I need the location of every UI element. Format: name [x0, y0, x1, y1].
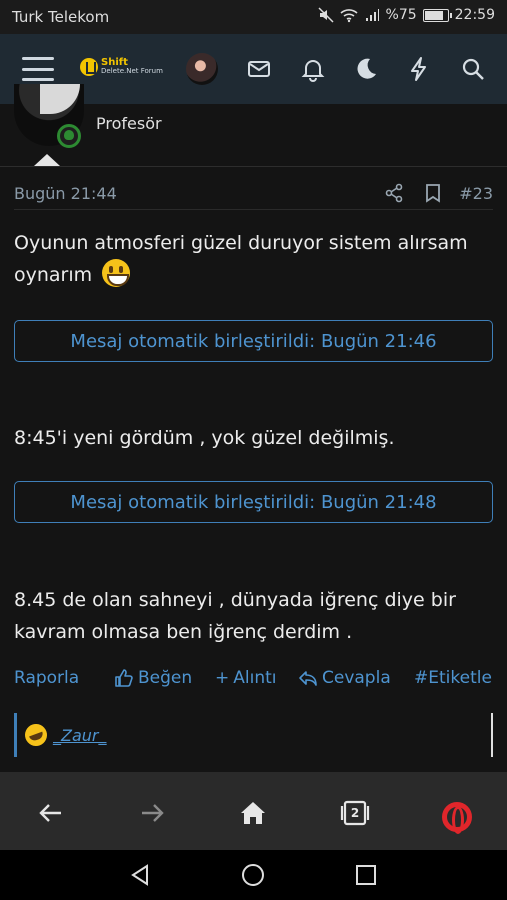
post-text: Oyunun atmosferi güzel duruyor sistem al…: [14, 232, 468, 286]
carrier-name: Turk Telekom: [12, 8, 110, 26]
post-time[interactable]: Bugün 21:44: [14, 184, 117, 203]
bell-icon[interactable]: [300, 56, 326, 82]
plus-icon: +: [215, 668, 230, 688]
post-paragraph: 8:45'i yeni gördüm , yok güzel değilmiş.: [14, 422, 493, 454]
menu-icon[interactable]: [22, 57, 54, 81]
tag-button[interactable]: #Etiketle: [414, 668, 492, 688]
pointer-arrow: [34, 154, 60, 166]
logo-text-secondary: Delete.Net Forum: [101, 67, 163, 75]
tabs-button[interactable]: 2: [340, 798, 370, 828]
site-logo[interactable]: Shift Delete.Net Forum: [80, 58, 163, 76]
post-text: 8.45 de olan sahneyi , dünyada iğrenç di…: [14, 589, 456, 643]
status-icons: %75 22:59: [317, 7, 495, 23]
reply-button[interactable]: Cevapla: [298, 668, 391, 688]
tag-label: #Etiketle: [414, 668, 492, 688]
post-paragraph: Oyunun atmosferi güzel duruyor sistem al…: [14, 227, 493, 291]
system-navigation: [0, 850, 507, 900]
online-status-icon: [57, 124, 81, 148]
reactions-bar[interactable]: _Zaur_: [14, 713, 493, 757]
home-icon[interactable]: [238, 798, 268, 828]
battery-percent: %75: [385, 7, 417, 23]
battery-icon: [422, 8, 452, 22]
back-arrow-icon[interactable]: [36, 798, 66, 828]
browser-toolbar: 2: [0, 772, 507, 850]
quote-button[interactable]: + Alıntı: [215, 668, 277, 688]
logo-text-primary: Shift: [101, 57, 128, 68]
like-label: Beğen: [138, 668, 193, 688]
merge-notice-text: Mesaj otomatik birleştirildi: Bugün 21:4…: [70, 491, 437, 513]
share-icon[interactable]: [384, 183, 404, 203]
post-paragraph: 8.45 de olan sahneyi , dünyada iğrenç di…: [14, 584, 493, 648]
report-button[interactable]: Raporla: [14, 668, 79, 688]
laughing-emoji-icon: [21, 720, 51, 750]
search-icon[interactable]: [460, 56, 486, 82]
wifi-icon: [339, 9, 358, 23]
grinning-emoji-icon: [102, 259, 131, 287]
moon-icon[interactable]: [353, 56, 379, 82]
report-label: Raporla: [14, 668, 80, 688]
merge-notice-text: Mesaj otomatik birleştirildi: Bugün 21:4…: [70, 330, 437, 352]
divider: [0, 166, 507, 167]
author-role: Profesör: [96, 114, 162, 133]
logo-mark-icon: [80, 58, 98, 76]
post-meta: Bugün 21:44 #23: [14, 180, 493, 210]
signal-icon: [365, 9, 379, 21]
reply-label: Cevapla: [322, 668, 391, 688]
opera-menu-icon[interactable]: [442, 802, 472, 834]
status-bar: Turk Telekom %75 22:59: [0, 0, 507, 34]
merge-notice: Mesaj otomatik birleştirildi: Bugün 21:4…: [14, 320, 493, 362]
nav-home-icon[interactable]: [241, 863, 265, 887]
nav-recents-icon[interactable]: [354, 863, 378, 887]
thumbs-up-icon: [115, 669, 133, 687]
bolt-icon[interactable]: [406, 56, 432, 82]
user-avatar[interactable]: [186, 53, 218, 85]
post-author: Profesör: [0, 84, 507, 166]
post-number[interactable]: #23: [459, 184, 493, 203]
quote-label: Alıntı: [233, 668, 277, 688]
bookmark-icon[interactable]: [424, 183, 442, 203]
post-actions: Raporla Beğen + Alıntı Cevapla #Etiketle: [14, 666, 493, 696]
mute-icon: [317, 7, 334, 23]
merge-notice: Mesaj otomatik birleştirildi: Bugün 21:4…: [14, 481, 493, 523]
reaction-user-link[interactable]: _Zaur_: [53, 726, 106, 745]
like-button[interactable]: Beğen: [114, 668, 192, 688]
post-text: 8:45'i yeni gördüm , yok güzel değilmiş.: [14, 427, 395, 449]
envelope-icon[interactable]: [246, 56, 272, 82]
forward-arrow-icon[interactable]: [137, 798, 167, 828]
clock: 22:59: [454, 7, 495, 23]
nav-back-icon[interactable]: [128, 863, 152, 887]
reply-icon: [299, 671, 317, 686]
tab-count: 2: [350, 806, 360, 820]
